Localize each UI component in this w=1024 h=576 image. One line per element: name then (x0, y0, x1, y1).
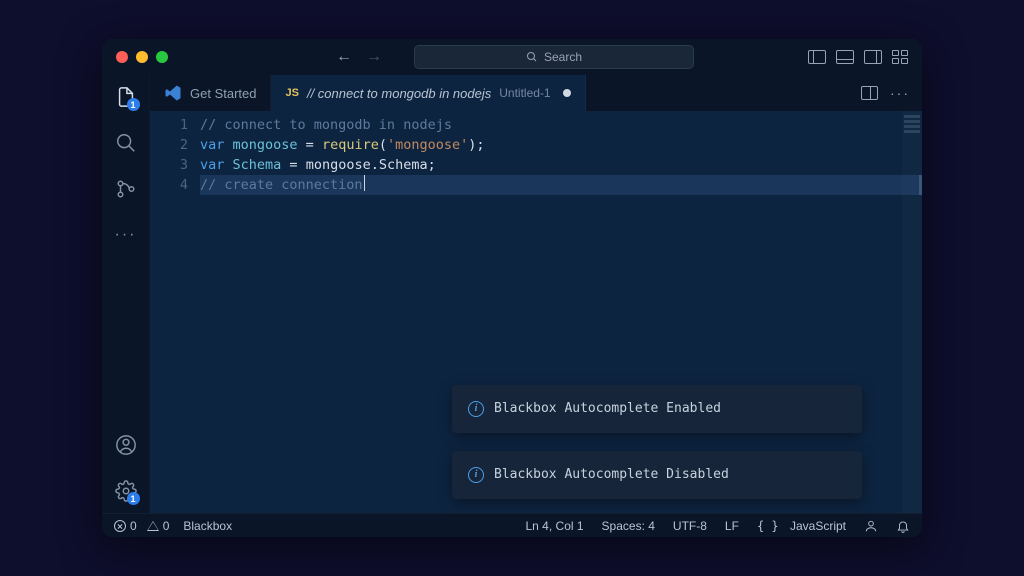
maximize-window-button[interactable] (156, 51, 168, 63)
tab-dirty-indicator (563, 89, 571, 97)
line-number: 4 (150, 175, 188, 195)
nav-back-icon[interactable]: ← (336, 48, 352, 66)
code-line: // connect to mongodb in nodejs (200, 115, 922, 135)
tab-active-subtitle: Untitled-1 (499, 86, 550, 100)
line-number: 3 (150, 155, 188, 175)
split-editor-icon[interactable] (861, 86, 878, 100)
status-bell-icon[interactable] (896, 519, 910, 533)
explorer-badge: 1 (127, 98, 140, 111)
status-indent[interactable]: Spaces: 4 (602, 519, 655, 533)
source-control-icon[interactable] (114, 177, 138, 201)
nav-arrows: ← → (336, 48, 382, 66)
more-actions-icon[interactable]: ··· (114, 223, 138, 247)
cursor-icon (364, 175, 366, 191)
command-search[interactable]: Search (414, 45, 694, 69)
status-error-count: 0 (130, 519, 137, 533)
toggle-secondary-sidebar-icon[interactable] (864, 50, 882, 64)
notification-disabled[interactable]: i Blackbox Autocomplete Disabled (452, 451, 862, 499)
notification-enabled[interactable]: i Blackbox Autocomplete Enabled (452, 385, 862, 433)
search-panel-icon[interactable] (114, 131, 138, 155)
status-problems[interactable]: 0 0 (114, 519, 169, 533)
window-controls (116, 51, 168, 63)
notification-text: Blackbox Autocomplete Enabled (494, 399, 721, 419)
warning-icon (147, 521, 159, 531)
code-line-active: // create connection (200, 175, 922, 195)
tab-bar: Get Started JS // connect to mongodb in … (150, 75, 922, 111)
customize-layout-icon[interactable] (892, 50, 908, 64)
line-number: 1 (150, 115, 188, 135)
status-bar: 0 0 Blackbox Ln 4, Col 1 Spaces: 4 UTF-8… (102, 513, 922, 537)
notification-text: Blackbox Autocomplete Disabled (494, 465, 729, 485)
braces-icon: { } (757, 519, 779, 533)
status-eol[interactable]: LF (725, 519, 739, 533)
editor-column: Get Started JS // connect to mongodb in … (150, 75, 922, 513)
tab-active-title: // connect to mongodb in nodejs (307, 86, 491, 101)
settings-icon[interactable]: 1 (114, 479, 138, 503)
search-icon (526, 51, 538, 63)
status-extension-label: Blackbox (183, 519, 232, 533)
activity-bar: 1 ··· 1 (102, 75, 150, 513)
status-encoding[interactable]: UTF-8 (673, 519, 707, 533)
info-icon: i (468, 401, 484, 417)
accounts-icon[interactable] (114, 433, 138, 457)
line-number: 2 (150, 135, 188, 155)
toggle-primary-sidebar-icon[interactable] (808, 50, 826, 64)
minimize-window-button[interactable] (136, 51, 148, 63)
line-number-gutter: 1 2 3 4 (150, 111, 200, 513)
tab-get-started[interactable]: Get Started (150, 75, 271, 111)
main-area: 1 ··· 1 Get Started (102, 75, 922, 513)
search-placeholder: Search (544, 50, 582, 64)
tab-get-started-label: Get Started (190, 86, 256, 101)
code-editor[interactable]: 1 2 3 4 // connect to mongodb in nodejs … (150, 111, 922, 513)
error-icon (114, 520, 126, 532)
vscode-logo-icon (164, 84, 182, 102)
close-window-button[interactable] (116, 51, 128, 63)
minimap[interactable] (902, 111, 922, 513)
layout-controls (808, 50, 908, 64)
status-warning-count: 0 (163, 519, 170, 533)
code-line: var mongoose = require('mongoose'); (200, 135, 922, 155)
code-content[interactable]: // connect to mongodb in nodejs var mong… (200, 111, 922, 513)
editor-more-icon[interactable]: ··· (890, 85, 910, 101)
status-language[interactable]: { } JavaScript (757, 519, 846, 533)
editor-tab-actions: ··· (861, 75, 922, 111)
vscode-window: ← → Search 1 ··· (102, 39, 922, 537)
status-cursor-pos[interactable]: Ln 4, Col 1 (526, 519, 584, 533)
code-line: var Schema = mongoose.Schema; (200, 155, 922, 175)
nav-forward-icon[interactable]: → (366, 48, 382, 66)
settings-badge: 1 (127, 492, 140, 505)
status-extension[interactable]: Blackbox (183, 519, 232, 533)
status-feedback-icon[interactable] (864, 519, 878, 533)
info-icon: i (468, 467, 484, 483)
js-lang-badge: JS (285, 87, 298, 99)
toggle-panel-icon[interactable] (836, 50, 854, 64)
title-bar: ← → Search (102, 39, 922, 75)
explorer-icon[interactable]: 1 (114, 85, 138, 109)
tab-untitled-1[interactable]: JS // connect to mongodb in nodejs Untit… (271, 75, 585, 111)
notifications: i Blackbox Autocomplete Enabled i Blackb… (452, 385, 862, 499)
